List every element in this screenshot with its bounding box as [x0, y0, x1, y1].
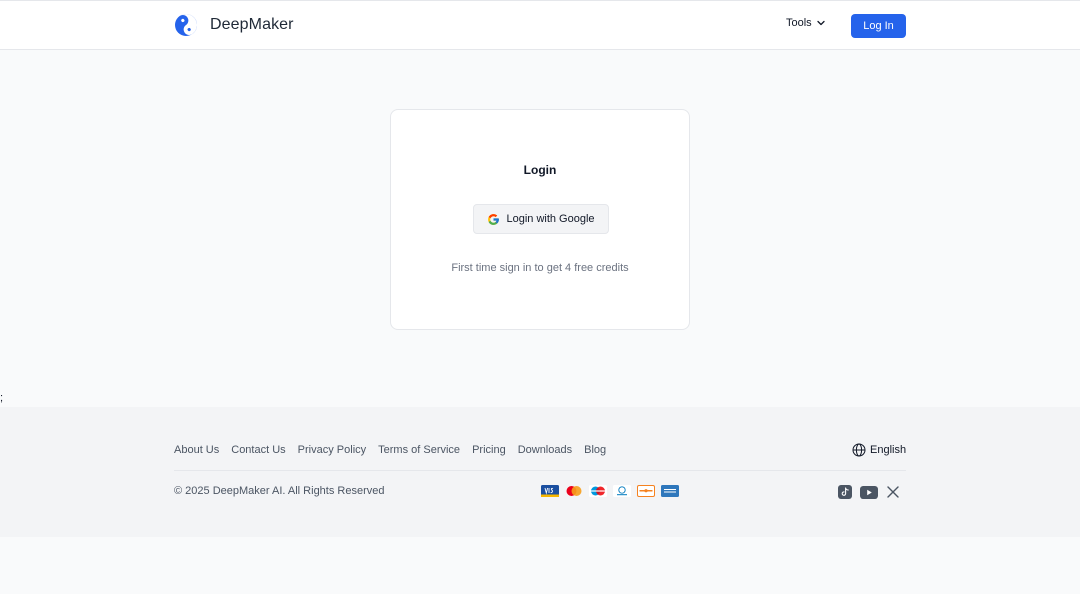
x-icon[interactable]	[886, 485, 900, 499]
stray-semicolon-text: ;	[0, 392, 4, 404]
login-with-google-button[interactable]: Login with Google	[473, 204, 609, 234]
globe-icon	[852, 443, 866, 457]
top-header: DeepMaker Tools Log In	[0, 0, 1080, 50]
diners-club-icon	[613, 485, 631, 497]
login-card: Login Login with Google First time sign …	[390, 109, 690, 330]
free-credits-note: First time sign in to get 4 free credits	[451, 262, 629, 274]
discover-icon	[637, 485, 655, 497]
google-button-label: Login with Google	[506, 213, 595, 225]
brand-logo[interactable]: DeepMaker	[174, 13, 294, 37]
tools-label: Tools	[786, 17, 812, 29]
footer-link-downloads[interactable]: Downloads	[518, 444, 572, 456]
tiktok-icon[interactable]	[838, 485, 852, 499]
footer-link-terms-of-service[interactable]: Terms of Service	[378, 444, 460, 456]
language-label: English	[870, 444, 907, 456]
footer-divider	[174, 470, 906, 471]
footer-link-blog[interactable]: Blog	[584, 444, 606, 456]
footer-links: About Us Contact Us Privacy Policy Terms…	[174, 444, 606, 456]
visa-icon	[541, 485, 559, 497]
social-links	[838, 485, 900, 499]
youtube-icon[interactable]	[860, 485, 878, 499]
footer-link-privacy-policy[interactable]: Privacy Policy	[298, 444, 366, 456]
copyright-text: © 2025 DeepMaker AI. All Rights Reserved	[174, 485, 385, 497]
amex-icon	[661, 485, 679, 497]
footer-link-pricing[interactable]: Pricing	[472, 444, 506, 456]
footer-link-about-us[interactable]: About Us	[174, 444, 219, 456]
tools-menu[interactable]: Tools	[786, 17, 826, 29]
chevron-down-icon	[817, 20, 825, 26]
yin-yang-logo-icon	[175, 14, 197, 36]
maestro-icon	[589, 485, 607, 497]
brand-name: DeepMaker	[210, 16, 294, 33]
google-icon	[488, 213, 500, 225]
payment-methods	[541, 485, 679, 497]
mastercard-icon	[566, 486, 582, 496]
footer-link-contact-us[interactable]: Contact Us	[231, 444, 285, 456]
header-login-button[interactable]: Log In	[851, 14, 906, 38]
site-footer: About Us Contact Us Privacy Policy Terms…	[0, 407, 1080, 537]
language-selector[interactable]: English	[852, 443, 906, 457]
login-title: Login	[523, 163, 557, 177]
